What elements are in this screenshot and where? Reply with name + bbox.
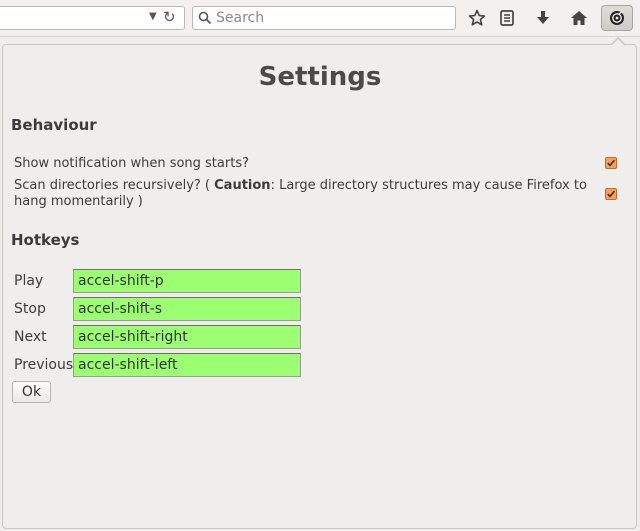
home-icon <box>571 11 587 25</box>
hotkey-label-next: Next <box>14 329 47 345</box>
reload-icon[interactable]: ↻ <box>163 8 176 26</box>
panel-arrow-fill <box>611 39 625 46</box>
search-bar[interactable]: Search <box>192 6 456 30</box>
page-title: Settings <box>258 62 382 92</box>
hotkey-input-play[interactable]: accel-shift-p <box>73 269 301 293</box>
hotkey-input-next[interactable]: accel-shift-right <box>73 325 301 349</box>
hotkey-label-previous: Previous <box>14 357 74 373</box>
show-notification-label: Show notification when song starts? <box>14 156 249 171</box>
chevron-down-icon[interactable]: ▼ <box>149 11 157 22</box>
hotkey-label-stop: Stop <box>14 301 46 317</box>
reading-list-icon <box>500 10 514 26</box>
addon-icon <box>610 10 624 25</box>
scan-recursive-warning-line2: hang momentarily ) <box>14 194 143 209</box>
reading-list-button[interactable] <box>495 6 519 30</box>
home-button[interactable] <box>567 6 591 30</box>
addon-button[interactable] <box>601 5 633 31</box>
download-icon <box>537 11 549 24</box>
caution-label: Caution <box>214 178 271 193</box>
search-input[interactable]: Search <box>216 10 264 26</box>
hotkey-input-stop[interactable]: accel-shift-s <box>73 297 301 321</box>
ok-button[interactable]: Ok <box>12 381 51 403</box>
hotkey-label-play: Play <box>14 273 44 289</box>
downloads-button[interactable] <box>531 6 555 30</box>
scan-recursive-label: Scan directories recursively? ( Caution:… <box>14 178 599 210</box>
scan-recursive-warning: : Large directory structures may cause F… <box>270 178 587 193</box>
browser-toolbar: ▼ ↻ Search <box>0 0 640 37</box>
bookmark-star-button[interactable] <box>465 6 489 30</box>
checkmark-icon <box>607 190 616 198</box>
hotkey-input-previous[interactable]: accel-shift-left <box>73 353 301 377</box>
scan-recursive-checkbox[interactable] <box>605 188 617 200</box>
search-icon <box>198 11 212 25</box>
behaviour-heading: Behaviour <box>11 116 97 134</box>
star-icon <box>468 9 486 26</box>
hotkeys-heading: Hotkeys <box>11 231 80 249</box>
checkmark-icon <box>607 159 616 167</box>
scan-recursive-text: Scan directories recursively? ( <box>14 178 215 193</box>
url-bar[interactable]: ▼ ↻ <box>0 6 185 30</box>
show-notification-checkbox[interactable] <box>605 157 617 169</box>
